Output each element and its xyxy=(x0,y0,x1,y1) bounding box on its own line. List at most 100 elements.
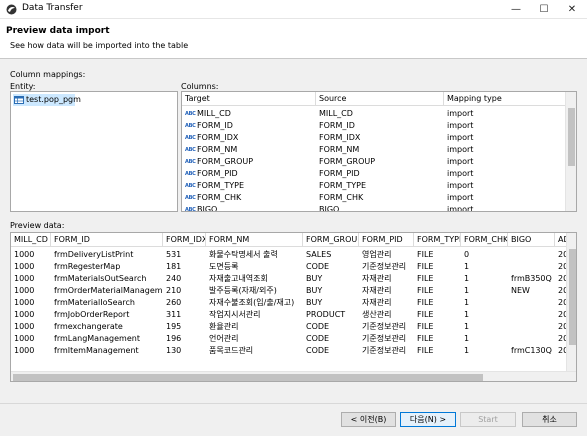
preview-scrollbar[interactable] xyxy=(566,233,576,371)
mapping-source-cell: FORM_PID xyxy=(319,169,360,178)
preview-cell: frmLangManagement xyxy=(54,334,140,343)
preview-cell xyxy=(508,297,555,309)
preview-cell: FILE xyxy=(417,286,434,295)
preview-cell: FILE xyxy=(417,310,434,319)
mapping-target-label: MILL_CD xyxy=(197,109,231,118)
preview-cell: PRODUCT xyxy=(306,310,346,319)
column-header-source[interactable]: Source xyxy=(316,92,444,106)
columns-table[interactable]: Target Source Mapping type ABC MILL_CD MIL… xyxy=(181,91,577,212)
preview-cell: 181 xyxy=(166,262,182,271)
preview-row[interactable]: 1000 frmMaterialsOutSearch 240 자재출고내역조회 BUY 자… xyxy=(11,273,567,285)
mapping-row[interactable]: ABC MILL_CD MILL_CD import xyxy=(182,108,566,120)
preview-column-header[interactable]: FORM_IDX xyxy=(163,233,206,247)
mapping-type-cell: import xyxy=(447,133,474,142)
back-button[interactable]: < 이전(B) xyxy=(341,412,396,427)
preview-cell: 260 xyxy=(166,298,182,307)
preview-row[interactable]: 1000 frmMaterialIoSearch 260 자재수불조회(입/출/재고)… xyxy=(11,297,567,309)
minimize-icon[interactable]: — xyxy=(502,0,530,19)
columns-scrollbar[interactable] xyxy=(565,92,576,211)
preview-cell: 1 xyxy=(464,346,470,355)
wizard-banner: Preview data import See how data will be… xyxy=(0,19,587,59)
preview-row[interactable]: 1000 frmDeliveryListPrint 531 화물수탁명세서 출력 SAL… xyxy=(11,249,567,261)
preview-cell: FILE xyxy=(417,322,434,331)
maximize-icon[interactable]: ☐ xyxy=(530,0,558,19)
mapping-source-cell: MILL_CD xyxy=(319,109,353,118)
preview-cell: FILE xyxy=(417,250,434,259)
preview-cell: 1 xyxy=(464,334,470,343)
mapping-type-cell: import xyxy=(447,121,474,130)
mapping-row[interactable]: ABC FORM_CHK FORM_CHK import xyxy=(182,192,566,204)
start-button[interactable]: Start xyxy=(460,412,516,427)
preview-table[interactable]: MILL_CD FORM_ID FORM_IDX FORM_NM FORM_GROUP F… xyxy=(10,232,577,382)
mapping-type-cell: import xyxy=(447,169,474,178)
preview-row[interactable]: 1000 frmexchangerate 195 환율관리 CODE 기준정보관리 FILE… xyxy=(11,321,567,333)
preview-row[interactable]: 1000 frmRegesterMap 181 도면등록 CODE 기준정보관리 FILE 1… xyxy=(11,261,567,273)
preview-cell: 발주등록(자재/외주) xyxy=(209,286,277,295)
preview-cell: FILE xyxy=(417,346,434,355)
column-header-mapping-type[interactable]: Mapping type xyxy=(444,92,566,106)
preview-cell: 기준정보관리 xyxy=(362,334,407,343)
entity-label: Entity: xyxy=(10,82,36,91)
mapping-row[interactable]: ABC FORM_TYPE FORM_TYPE import xyxy=(182,180,566,192)
preview-cell: frmB350Q xyxy=(511,274,552,283)
preview-cell: FILE xyxy=(417,262,434,271)
preview-cell: 1000 xyxy=(14,322,35,331)
preview-row[interactable]: 1000 frmLangManagement 196 언어관리 CODE 기준정보관리 FI… xyxy=(11,333,567,345)
preview-cell: 환율관리 xyxy=(209,322,239,331)
preview-hscroll-thumb[interactable] xyxy=(13,374,483,381)
preview-cell: 자재출고내역조회 xyxy=(209,274,268,283)
preview-row[interactable]: 1000 frmItemManagement 130 품목코드관리 CODE 기준정보관리… xyxy=(11,345,567,357)
text-type-icon: ABC xyxy=(185,183,196,189)
preview-cell: FILE xyxy=(417,298,434,307)
mapping-row[interactable]: ABC BIGO BIGO import xyxy=(182,204,566,212)
mapping-row[interactable]: ABC FORM_PID FORM_PID import xyxy=(182,168,566,180)
preview-scroll-thumb[interactable] xyxy=(569,249,576,345)
preview-column-header[interactable]: FORM_NM xyxy=(206,233,303,247)
cancel-button[interactable]: 취소 xyxy=(522,412,577,427)
preview-column-header[interactable]: FORM_PID xyxy=(359,233,414,247)
preview-cell: 1000 xyxy=(14,250,35,259)
preview-cell: 언어관리 xyxy=(209,334,239,343)
preview-column-header[interactable]: FORM_GROUP xyxy=(303,233,359,247)
preview-cell xyxy=(508,261,555,273)
preview-cell: 311 xyxy=(166,310,182,319)
entity-item[interactable]: test.pop_pgm xyxy=(13,94,81,106)
preview-hscrollbar[interactable] xyxy=(11,371,576,381)
preview-cell xyxy=(508,333,555,345)
preview-row[interactable]: 1000 frmOrderMaterialManagement210 발주등록(자재… xyxy=(11,285,567,297)
preview-cell: 1 xyxy=(464,286,470,295)
preview-cell: FILE xyxy=(417,334,434,343)
columns-scroll-thumb[interactable] xyxy=(568,108,575,166)
preview-cell: BUY xyxy=(306,274,323,283)
preview-cell: 자재수불조회(입/출/재고) xyxy=(209,298,295,307)
preview-column-header[interactable]: MILL_CD xyxy=(11,233,51,247)
preview-column-header[interactable]: FORM_ID xyxy=(51,233,163,247)
mapping-target-label: FORM_NM xyxy=(197,145,238,154)
window-title: Data Transfer xyxy=(22,3,83,13)
mapping-target-label: FORM_TYPE xyxy=(197,181,245,190)
mapping-row[interactable]: ABC FORM_IDX FORM_IDX import xyxy=(182,132,566,144)
preview-row[interactable]: 1000 frmJobOrderReport 311 작업지시서관리 PRODUCT 생산… xyxy=(11,309,567,321)
preview-cell: 도면등록 xyxy=(209,262,239,271)
close-icon[interactable]: ✕ xyxy=(558,0,586,19)
preview-cell: 0 xyxy=(464,250,470,259)
text-type-icon: ABC xyxy=(185,147,196,153)
next-button[interactable]: 다음(N) > xyxy=(400,412,456,427)
mapping-source-cell: FORM_GROUP xyxy=(319,157,376,166)
entity-list[interactable]: test.pop_pgm xyxy=(10,91,178,212)
preview-cell: CODE xyxy=(306,322,330,331)
preview-column-header[interactable]: FORM_CHK xyxy=(461,233,508,247)
mapping-target-label: FORM_PID xyxy=(197,169,238,178)
mapping-type-cell: import xyxy=(447,193,474,202)
preview-column-header[interactable]: BIGO xyxy=(508,233,555,247)
preview-cell: frmMaterialsOutSearch xyxy=(54,274,147,283)
mapping-row[interactable]: ABC FORM_NM FORM_NM import xyxy=(182,144,566,156)
preview-column-header[interactable]: FORM_TYPE xyxy=(414,233,461,247)
preview-cell: 1 xyxy=(464,310,470,319)
mapping-target-label: BIGO xyxy=(197,205,218,212)
column-header-target[interactable]: Target xyxy=(182,92,316,106)
mapping-row[interactable]: ABC FORM_ID FORM_ID import xyxy=(182,120,566,132)
mapping-row[interactable]: ABC FORM_GROUP FORM_GROUP import xyxy=(182,156,566,168)
text-type-icon: ABC xyxy=(185,135,196,141)
preview-cell: 품목코드관리 xyxy=(209,346,254,355)
